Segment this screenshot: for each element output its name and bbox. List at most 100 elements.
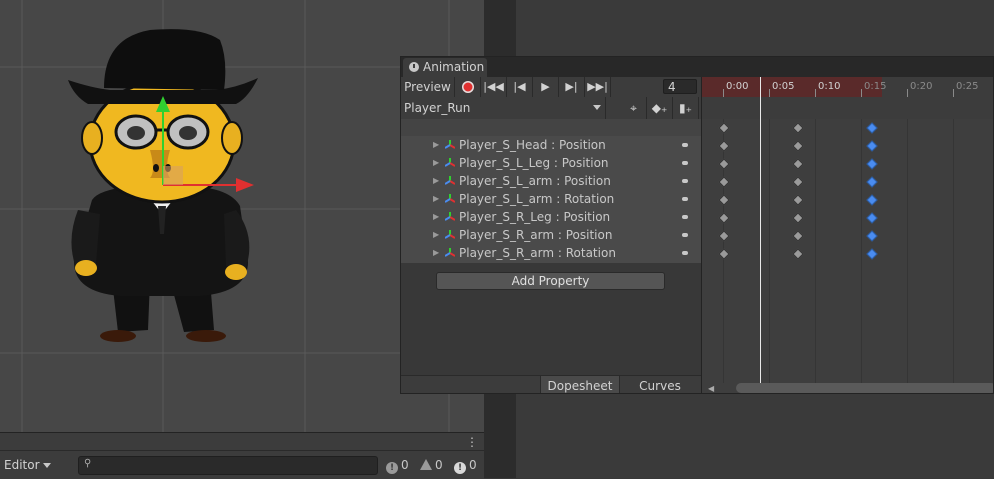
expand-arrow-icon[interactable]: ▶: [433, 172, 439, 190]
prev-key-icon: |◀: [513, 80, 526, 93]
first-key-button[interactable]: |◀◀: [481, 77, 507, 97]
keyframe-diamond[interactable]: [792, 158, 804, 170]
visibility-icon[interactable]: [682, 215, 688, 219]
tab-curves[interactable]: Curves: [619, 376, 701, 393]
transform-icon: [445, 158, 455, 167]
info-count: 0: [401, 458, 409, 472]
dopesheet-timeline[interactable]: 0:00 0:05 0:10 0:15 0:20 0:25 ◀: [701, 77, 993, 393]
scrollbar-thumb[interactable]: [736, 383, 993, 393]
prev-key-button[interactable]: |◀: [507, 77, 533, 97]
view-mode-tabs: Dopesheet Curves: [401, 375, 701, 393]
property-row[interactable]: ▶ Player_S_R_arm : Rotation: [401, 244, 701, 262]
keyframe-diamond[interactable]: [718, 176, 730, 188]
property-row[interactable]: ▶ Player_S_R_arm : Position: [401, 226, 701, 244]
animation-toolbar: Preview |◀◀ |◀ ▶ ▶| ▶▶| 4: [401, 77, 701, 98]
keyframe-diamond[interactable]: [866, 248, 878, 260]
clip-row: Player_Run ⌖ ◆₊ ▮₊: [401, 97, 701, 120]
expand-arrow-icon[interactable]: ▶: [433, 136, 439, 154]
keyframe-diamond[interactable]: [792, 140, 804, 152]
playhead[interactable]: [760, 77, 761, 393]
keyframe-diamond[interactable]: [718, 122, 730, 134]
keyframe-diamond[interactable]: [866, 230, 878, 242]
warning-count: 0: [435, 458, 443, 472]
preview-button[interactable]: Preview: [401, 77, 455, 97]
error-counter[interactable]: ! 0: [454, 456, 477, 474]
keyframe-layer: [702, 77, 993, 393]
keyframe-diamond[interactable]: [718, 230, 730, 242]
editor-dropdown[interactable]: Editor: [4, 457, 51, 473]
expand-arrow-icon[interactable]: ▶: [433, 244, 439, 262]
next-key-button[interactable]: ▶|: [559, 77, 585, 97]
keyframe-diamond[interactable]: [792, 122, 804, 134]
property-row[interactable]: ▶ Player_S_L_arm : Rotation: [401, 190, 701, 208]
property-name: Player_S_L_arm : Rotation: [459, 192, 615, 206]
expand-arrow-icon[interactable]: ▶: [433, 190, 439, 208]
keyframe-diamond[interactable]: [866, 140, 878, 152]
visibility-icon[interactable]: [682, 251, 688, 255]
keyframe-diamond[interactable]: [792, 230, 804, 242]
visibility-icon[interactable]: [682, 179, 688, 183]
add-event-icon: ▮₊: [679, 101, 692, 115]
console-header: ⋮: [0, 432, 484, 451]
tab-animation[interactable]: Animation: [403, 58, 487, 77]
keyframe-diamond[interactable]: [718, 248, 730, 260]
property-row[interactable]: ▶ Player_S_R_Leg : Position: [401, 208, 701, 226]
editor-dropdown-label: Editor: [4, 458, 40, 472]
keyframe-diamond[interactable]: [866, 158, 878, 170]
clip-dropdown[interactable]: Player_Run: [401, 97, 606, 119]
keyframe-diamond[interactable]: [792, 212, 804, 224]
filter-button[interactable]: ⌖: [621, 97, 647, 119]
play-button[interactable]: ▶: [533, 77, 559, 97]
property-header-row: [401, 119, 701, 136]
property-list: ▶ Player_S_Head : Position ▶ Player_S_L_…: [401, 136, 701, 263]
keyframe-diamond[interactable]: [866, 212, 878, 224]
property-row[interactable]: ▶ Player_S_Head : Position: [401, 136, 701, 154]
play-icon: ▶: [541, 80, 550, 93]
more-options-icon[interactable]: ⋮: [466, 436, 478, 448]
keyframe-diamond[interactable]: [866, 122, 878, 134]
expand-arrow-icon[interactable]: ▶: [433, 226, 439, 244]
keyframe-diamond[interactable]: [792, 194, 804, 206]
add-event-button[interactable]: ▮₊: [673, 97, 699, 119]
transform-icon: [445, 212, 455, 221]
last-key-button[interactable]: ▶▶|: [585, 77, 611, 97]
filter-icon: ⌖: [630, 101, 637, 115]
tab-animation-label: Animation: [423, 60, 485, 74]
visibility-icon[interactable]: [682, 161, 688, 165]
horizontal-scrollbar[interactable]: ◀: [708, 383, 993, 393]
property-name: Player_S_L_Leg : Position: [459, 156, 609, 170]
keyframe-diamond[interactable]: [718, 158, 730, 170]
console-search-input[interactable]: ⚲: [78, 456, 378, 475]
warning-icon: [420, 459, 432, 470]
keyframe-diamond[interactable]: [792, 176, 804, 188]
clock-icon: [409, 62, 419, 72]
clip-dropdown-label: Player_Run: [404, 101, 471, 115]
frame-input[interactable]: 4: [663, 79, 697, 94]
property-row[interactable]: ▶ Player_S_L_Leg : Position: [401, 154, 701, 172]
keyframe-diamond[interactable]: [718, 140, 730, 152]
add-property-button[interactable]: Add Property: [436, 272, 665, 290]
visibility-icon[interactable]: [682, 233, 688, 237]
add-keyframe-icon: ◆₊: [651, 101, 668, 115]
scroll-left-icon[interactable]: ◀: [708, 384, 714, 393]
expand-arrow-icon[interactable]: ▶: [433, 208, 439, 226]
add-keyframe-button[interactable]: ◆₊: [647, 97, 673, 119]
visibility-icon[interactable]: [682, 143, 688, 147]
visibility-icon[interactable]: [682, 197, 688, 201]
property-name: Player_S_R_arm : Rotation: [459, 246, 616, 260]
keyframe-diamond[interactable]: [866, 176, 878, 188]
info-counter[interactable]: ! 0: [386, 456, 409, 474]
keyframe-diamond[interactable]: [866, 194, 878, 206]
record-button[interactable]: [455, 77, 481, 97]
keyframe-diamond[interactable]: [718, 194, 730, 206]
last-key-icon: ▶▶|: [587, 80, 608, 93]
warning-counter[interactable]: 0: [420, 456, 443, 474]
keyframe-diamond[interactable]: [718, 212, 730, 224]
transform-icon: [445, 176, 455, 185]
expand-arrow-icon[interactable]: ▶: [433, 154, 439, 172]
property-row[interactable]: ▶ Player_S_L_arm : Position: [401, 172, 701, 190]
property-name: Player_S_R_arm : Position: [459, 228, 613, 242]
transform-icon: [445, 140, 455, 149]
tab-dopesheet[interactable]: Dopesheet: [540, 376, 620, 393]
keyframe-diamond[interactable]: [792, 248, 804, 260]
